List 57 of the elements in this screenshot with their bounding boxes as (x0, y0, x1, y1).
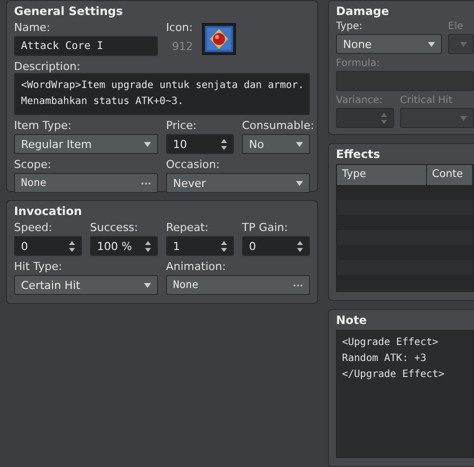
ellipsis-icon (293, 284, 303, 286)
field-label: Price: (166, 119, 198, 132)
dropdown-arrow-icon (296, 180, 303, 186)
dropdown[interactable]: No (242, 134, 310, 154)
dropdown-arrow-icon (460, 42, 467, 46)
field-label: Variance: (336, 95, 384, 106)
name-field[interactable]: Attack Core I (14, 36, 158, 56)
panel-title: Note (336, 313, 368, 327)
dropdown-arrow-icon (144, 142, 151, 146)
gem-icon (205, 26, 233, 52)
dropdown[interactable]: Regular Item (14, 134, 158, 154)
field-label: Scope: (14, 158, 52, 171)
panel-title: Effects (336, 147, 382, 161)
field-label: Critical Hit (400, 95, 454, 106)
panel-title: General Settings (14, 4, 124, 18)
spinner-arrows-icon (69, 240, 75, 252)
dropdown-arrow-icon (460, 116, 467, 120)
field-label: Speed: (14, 221, 54, 234)
note-field[interactable]: <Upgrade Effect> Random ATK: +3 </Upgrade Effect> (336, 330, 474, 458)
field-label: Description: (14, 60, 80, 73)
number-field[interactable]: 1 (166, 236, 234, 256)
number-field[interactable]: 0 (14, 236, 82, 256)
panel-title: Damage (336, 4, 390, 18)
field-label: Occasion: (166, 158, 221, 171)
picker-field[interactable]: None (14, 173, 158, 193)
field-label: Formula: (336, 58, 381, 69)
ellipsis-icon (141, 182, 151, 184)
panel-title: Invocation (14, 204, 83, 218)
icon-index: 912 (171, 39, 194, 53)
icon-picker[interactable] (202, 23, 236, 55)
number-field[interactable]: 100 % (90, 236, 158, 256)
spinner-arrows-icon (297, 240, 303, 252)
field-label: Icon: (166, 21, 194, 34)
field-label: Animation: (166, 260, 227, 273)
dropdown-arrow-icon (144, 282, 151, 288)
field-label: Item Type: (14, 119, 73, 132)
picker-field[interactable]: None (166, 275, 310, 295)
field-label: Hit Type: (14, 260, 64, 273)
dropdown-arrow-icon (296, 142, 303, 146)
field-label: Ele (448, 21, 464, 32)
spinner-arrows-icon (145, 240, 151, 252)
dropdown[interactable]: Certain Hit (14, 275, 158, 295)
field-label: Type: (336, 21, 364, 32)
field-label: Name: (14, 21, 52, 34)
field-label: TP Gain: (242, 221, 289, 234)
spinner-arrows-icon (381, 112, 387, 124)
dropdown[interactable]: None (336, 34, 442, 54)
spinner-arrows-icon (221, 240, 227, 252)
description-field[interactable]: <WordWrap>Item upgrade untuk senjata dan armor. Menambahkan status ATK+0~3. (14, 73, 310, 115)
dropdown[interactable]: Never (166, 173, 310, 193)
field-label: Repeat: (166, 221, 210, 234)
number-field[interactable]: 10 (166, 134, 234, 154)
field-label: Success: (90, 221, 139, 234)
number-field[interactable]: 0 (242, 236, 310, 256)
dropdown-arrow-icon (428, 42, 435, 46)
spinner-arrows-icon (221, 138, 227, 150)
effects-table[interactable]: Type Conte (336, 164, 474, 292)
